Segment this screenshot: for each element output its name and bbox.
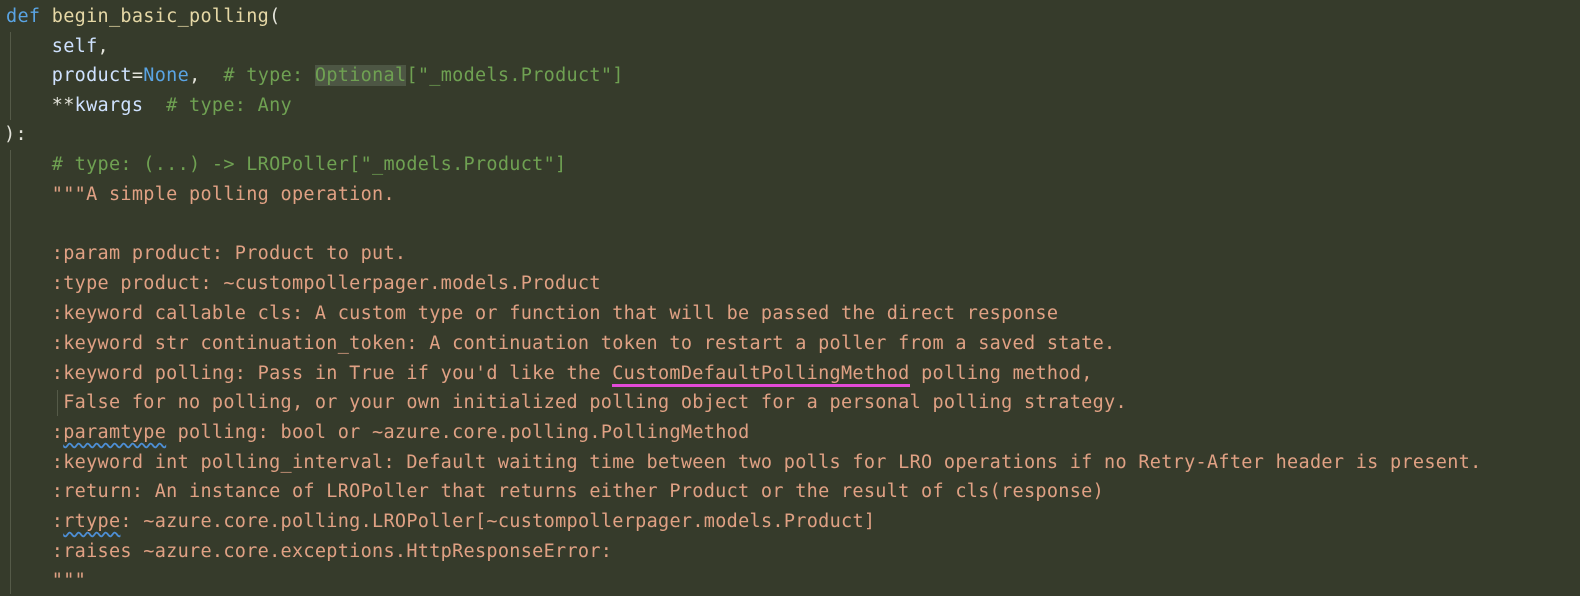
code-line-5[interactable]: ):: [4, 120, 27, 150]
kwargs-stars: **: [51, 95, 75, 116]
type-comment-suffix: ["_models.Product"]: [406, 65, 624, 86]
close-paren-colon: ):: [4, 124, 27, 145]
code-line-3[interactable]: product=None, # type: Optional["_models.…: [6, 61, 624, 91]
code-line-20[interactable]: """: [6, 566, 86, 596]
def-keyword: def: [6, 6, 41, 27]
docstring-line: polling: bool or ~azure.core.polling.Pol…: [166, 422, 750, 443]
code-line-4[interactable]: **kwargs # type: Any: [6, 91, 292, 121]
code-line-9[interactable]: :param product: Product to put.: [6, 239, 406, 269]
function-name: begin_basic_polling: [51, 6, 270, 27]
kwargs-param: kwargs: [74, 95, 144, 116]
self-param: self: [51, 36, 98, 57]
code-line-12[interactable]: :keyword str continuation_token: A conti…: [6, 329, 1116, 359]
docstring-line: :type product: ~custompollerpager.models…: [51, 273, 601, 294]
open-paren: (: [269, 6, 281, 27]
equals-operator: =: [131, 65, 144, 86]
code-editor[interactable]: def begin_basic_polling( self, product=N…: [0, 0, 1580, 594]
code-line-15[interactable]: :paramtype polling: bool or ~azure.core.…: [6, 418, 750, 448]
docstring-line: : ~azure.core.polling.LROPoller[~customp…: [120, 511, 876, 532]
type-comment: # type: Any: [143, 95, 292, 116]
docstring-line: :keyword polling: Pass in True if you'd …: [51, 363, 613, 384]
code-line-1[interactable]: def begin_basic_polling(: [6, 2, 281, 32]
docstring-line: :: [51, 511, 64, 532]
docstring-line: :keyword int polling_interval: Default w…: [51, 452, 1482, 473]
docstring-line: :keyword callable cls: A custom type or …: [51, 303, 1059, 324]
docstring-line: :param product: Product to put.: [51, 243, 407, 264]
type-comment-prefix: # type:: [200, 65, 315, 86]
highlighted-optional: Optional: [314, 65, 407, 86]
docstring-close: """: [51, 570, 87, 591]
code-line-11[interactable]: :keyword callable cls: A custom type or …: [6, 299, 1058, 329]
docstring-line: False for no polling, or your own initia…: [51, 392, 1127, 413]
code-line-6[interactable]: # type: (...) -> LROPoller["_models.Prod…: [6, 150, 566, 180]
code-line-18[interactable]: :rtype: ~azure.core.polling.LROPoller[~c…: [6, 507, 875, 537]
code-line-19[interactable]: :raises ~azure.core.exceptions.HttpRespo…: [6, 537, 612, 567]
code-line-16[interactable]: :keyword int polling_interval: Default w…: [6, 448, 1482, 478]
docstring-summary: """A simple polling operation.: [51, 184, 395, 205]
comma: ,: [189, 65, 201, 86]
docstring-line: :return: An instance of LROPoller that r…: [51, 481, 1105, 502]
code-line-13[interactable]: :keyword polling: Pass in True if you'd …: [6, 359, 1093, 389]
docstring-line: :raises ~azure.core.exceptions.HttpRespo…: [51, 541, 613, 562]
code-line-2[interactable]: self,: [6, 32, 109, 62]
docstring-line: :keyword str continuation_token: A conti…: [51, 333, 1116, 354]
return-type-comment: # type: (...) -> LROPoller["_models.Prod…: [51, 154, 567, 175]
none-constant: None: [143, 65, 190, 86]
product-param: product: [51, 65, 132, 86]
code-line-14[interactable]: False for no polling, or your own initia…: [6, 388, 1127, 418]
docstring-line: :: [51, 422, 64, 443]
code-line-17[interactable]: :return: An instance of LROPoller that r…: [6, 477, 1104, 507]
spellcheck-paramtype[interactable]: paramtype: [63, 422, 166, 443]
code-line-10[interactable]: :type product: ~custompollerpager.models…: [6, 269, 601, 299]
code-line-7[interactable]: """A simple polling operation.: [6, 180, 395, 210]
comma: ,: [97, 36, 109, 57]
spellcheck-rtype[interactable]: rtype: [63, 511, 120, 532]
polling-method-link[interactable]: CustomDefaultPollingMethod: [612, 363, 910, 387]
docstring-line: polling method,: [909, 363, 1093, 384]
